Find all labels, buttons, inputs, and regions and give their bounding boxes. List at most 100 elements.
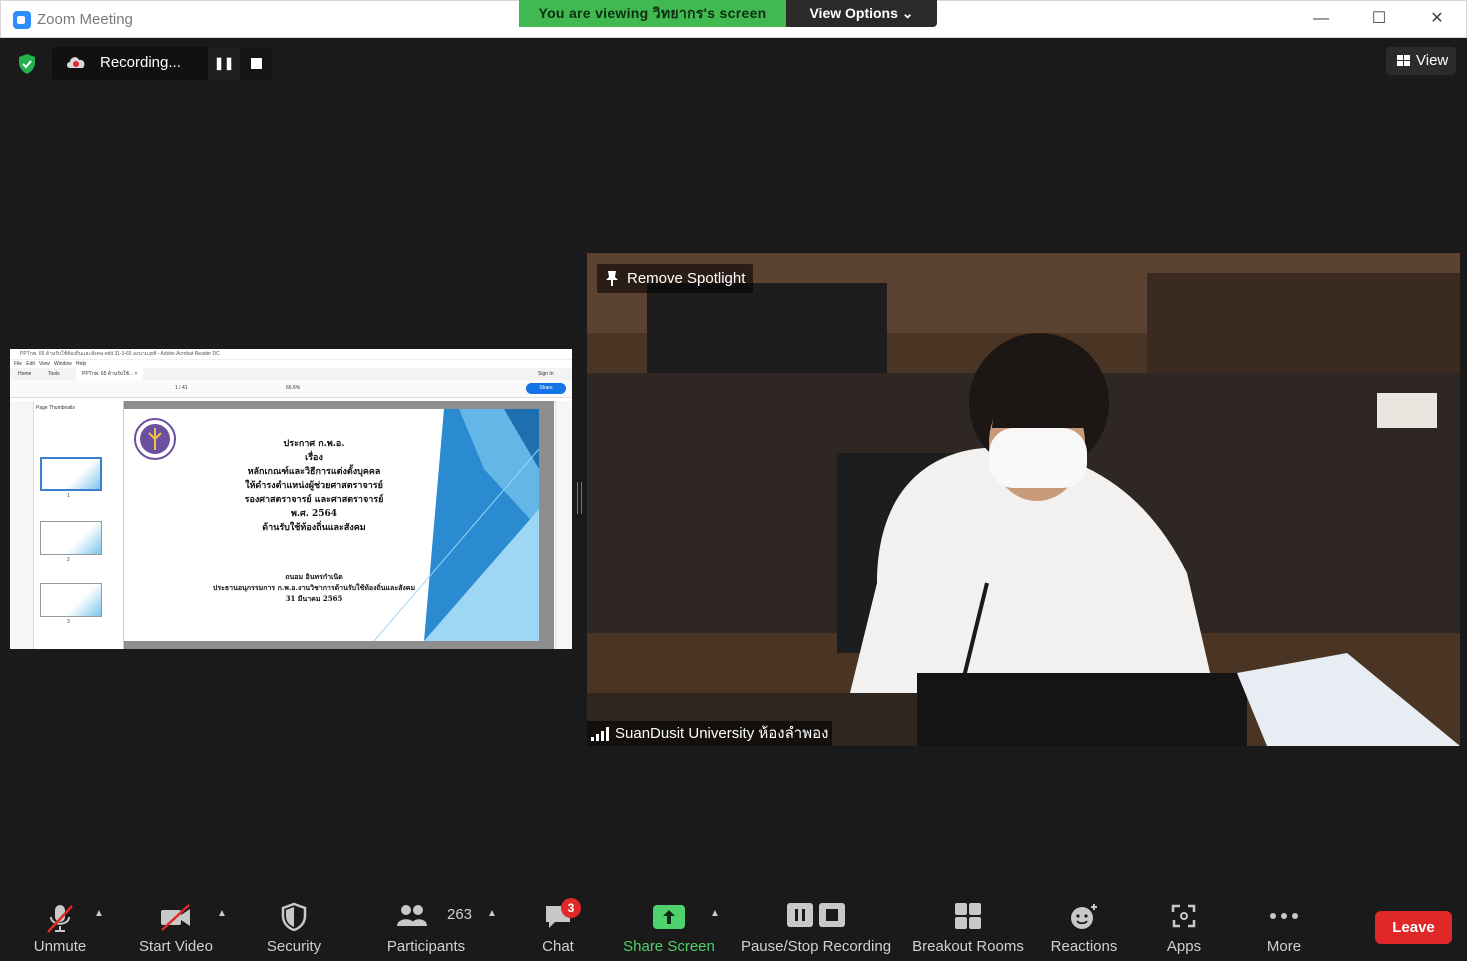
maximize-button[interactable]: ☐ [1365,7,1393,31]
participants-icon [397,905,427,926]
zoom-logo-icon [13,11,31,29]
more-label: More [1266,938,1302,955]
participants-button[interactable]: 263 Participants [382,888,473,961]
slide-title-block: ประกาศ ก.พ.อ. เรื่อง หลักเกณฑ์และวิธีการ… [184,437,444,535]
tab-home: Home [18,371,32,377]
slide-author: ถนอม อินทรกำเนิด [285,572,343,581]
share-options-caret-icon[interactable]: ▲ [710,908,720,919]
slide-line: เรื่อง [305,453,323,463]
slide-date: 31 มีนาคม 2565 [285,594,343,603]
tab-document: PPTกพ. 65 ด้านรับใช้... × [76,368,144,380]
view-options-button[interactable]: View Options ⌄ [786,0,937,27]
share-screen-button[interactable]: Share Screen [620,888,718,961]
viewing-screen-banner: You are viewing วิทยากร's screen [519,0,786,27]
stop-recording-button[interactable] [240,47,272,80]
video-off-icon [161,904,190,931]
encryption-shield-icon[interactable] [17,53,37,75]
page-thumbnail [40,521,102,555]
slide-line: รองศาสตราจารย์ และศาสตราจารย์ [244,495,384,505]
pause-stop-recording-button[interactable]: Pause/Stop Recording [738,888,894,961]
speaker-video-frame [587,253,1460,746]
spotlight-video[interactable] [587,253,1460,746]
meeting-controls-toolbar [0,888,1467,961]
microphone-muted-icon [47,905,73,933]
more-button[interactable]: More [1254,888,1314,961]
view-label: View [1416,52,1449,69]
thumb-number: 3 [67,619,70,625]
security-label: Security [266,938,322,955]
remove-spotlight-label: Remove Spotlight [627,270,746,287]
participants-options-caret-icon[interactable]: ▲ [487,908,497,919]
share-screen-label: Share Screen [623,938,715,955]
remove-spotlight-button[interactable]: Remove Spotlight [597,264,754,293]
unmute-label: Unmute [33,938,87,955]
reactions-label: Reactions [1050,938,1118,955]
chat-button[interactable]: Chat [528,888,588,961]
breakout-rooms-label: Breakout Rooms [912,938,1024,955]
reactions-button[interactable]: Reactions [1046,888,1122,961]
shared-app-tabs: Home Tools PPTกพ. 65 ด้านรับใช้... × Sig… [10,368,572,380]
pause-stop-recording-icon [787,903,845,927]
signal-strength-icon [591,727,609,741]
participant-name: SuanDusit University ห้องลำพอง [615,725,829,742]
leave-meeting-button[interactable]: Leave [1375,911,1452,944]
slide-line: หลักเกณฑ์และวิธีการแต่งตั้งบุคคล [247,467,381,477]
cloud-recording-icon [67,57,85,68]
minimize-button[interactable]: — [1307,7,1335,31]
view-layout-button[interactable]: View [1386,47,1456,75]
page-thumbnails-panel: Page Thumbnails 1 2 3 [34,401,124,649]
shared-app-toolbar: 1 / 41 66.6% Share [10,380,572,398]
shared-screen-view[interactable]: PPTกพ. 65 ด้านรับใช้ท้องถิ่นและสังคม-edi… [10,349,572,649]
grid-view-icon [1397,55,1410,66]
apps-icon [1171,904,1196,928]
shared-app-title: PPTกพ. 65 ด้านรับใช้ท้องถิ่นและสังคม-edi… [10,349,572,360]
menu-item: Window [53,361,72,367]
menu-item: Edit [26,361,35,367]
chat-label: Chat [542,938,574,955]
apps-label: Apps [1166,938,1202,955]
apps-button[interactable]: Apps [1154,888,1214,961]
sign-in-link: Sign In [538,371,554,377]
start-video-button[interactable]: Start Video [132,888,220,961]
share-document-button: Share [526,383,566,394]
video-options-caret-icon[interactable]: ▲ [217,908,227,919]
acrobat-left-rail [10,401,34,649]
security-button[interactable]: Security [256,888,332,961]
shared-app-menu: File Edit View Window Help [10,360,572,368]
recording-indicator: Recording... ❚❚ [52,47,272,80]
resize-divider-handle[interactable] [577,482,582,514]
page-thumbnail [40,457,102,491]
pin-icon [606,271,618,286]
recording-label: Recording... [100,54,181,71]
document-view-area: ประกาศ ก.พ.อ. เรื่อง หลักเกณฑ์และวิธีการ… [124,401,554,649]
breakout-rooms-button[interactable]: Breakout Rooms [908,888,1028,961]
thumb-number: 2 [67,557,70,563]
thumbnails-header: Page Thumbnails [36,405,75,411]
slide-author-block: ถนอม อินทรกำเนิด ประธานอนุกรรมการ ก.พ.อ.… [164,571,464,604]
menu-item: File [14,361,23,367]
share-screen-arrow-icon [653,905,685,929]
unmute-button[interactable]: Unmute [20,888,100,961]
security-shield-icon [281,902,307,932]
participant-name-tag: SuanDusit University ห้องลำพอง [587,721,833,746]
pause-recording-button[interactable]: ❚❚ [208,47,240,80]
window-title: Zoom Meeting [37,11,133,28]
close-window-button[interactable]: ✕ [1423,7,1451,31]
menu-item: View [39,361,50,367]
recording-controls-label: Pause/Stop Recording [740,938,892,955]
reactions-smiley-icon [1071,904,1097,929]
participants-count: 263 [447,906,473,923]
chat-unread-badge: 3 [561,898,581,918]
acrobat-right-rail [555,401,572,649]
slide-page: ประกาศ ก.พ.อ. เรื่อง หลักเกณฑ์และวิธีการ… [124,409,539,641]
slide-line: พ.ศ. 2564 [290,509,338,519]
participants-label: Participants [386,938,466,955]
slide-line: ด้านรับใช้ท้องถิ่นและสังคม [262,523,366,533]
slide-line: ประกาศ ก.พ.อ. [283,439,345,449]
thumb-number: 1 [67,493,70,499]
menu-item: Help [75,361,87,367]
page-thumbnail [40,583,102,617]
zoom-level: 66.6% [286,385,301,391]
slide-position: ประธานอนุกรรมการ ก.พ.อ.งานวิชาการด้านรับ… [212,583,416,592]
audio-options-caret-icon[interactable]: ▲ [94,908,104,919]
